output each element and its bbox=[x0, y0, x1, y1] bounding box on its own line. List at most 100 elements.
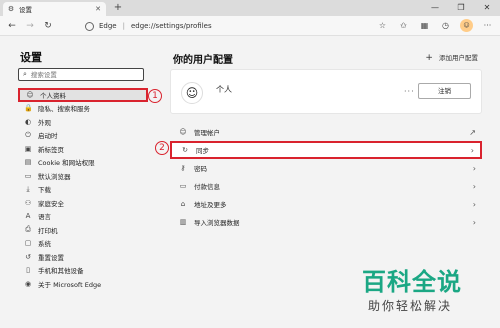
sidebar-item-family[interactable]: ⚇ 家庭安全 bbox=[18, 196, 148, 210]
sidebar-item-label: 手机和其他设备 bbox=[38, 267, 84, 276]
sidebar-item-startup[interactable]: ⏻ 启动时 bbox=[18, 129, 148, 143]
list-item-sync[interactable]: ↻ 同步 › bbox=[170, 141, 482, 159]
favorite-star-icon[interactable]: ☆ bbox=[376, 19, 389, 32]
more-options-icon[interactable]: ··· bbox=[404, 87, 415, 96]
sidebar-item-label: 重置设置 bbox=[38, 253, 64, 262]
external-link-icon: ↗ bbox=[469, 127, 476, 137]
profile-card: ☺ 个人 ··· 注销 bbox=[170, 69, 482, 114]
sidebar-item-label: 隐私、搜索和服务 bbox=[38, 105, 90, 114]
toolbar-icons: ☆ ✩ ▦ ◷ ☺ ··· bbox=[376, 19, 494, 32]
url-text: edge://settings/profiles bbox=[130, 22, 212, 30]
sidebar-item-label: 下载 bbox=[38, 186, 51, 195]
sidebar-item-downloads[interactable]: ⤓ 下载 bbox=[18, 183, 148, 197]
url-brand: Edge bbox=[99, 22, 117, 30]
chevron-right-icon: › bbox=[470, 145, 474, 155]
search-input[interactable] bbox=[30, 70, 131, 79]
url-separator: | bbox=[122, 22, 125, 30]
printer-icon: ⎙ bbox=[25, 225, 31, 234]
new-tab-icon: ▣ bbox=[24, 144, 32, 153]
list-item-label: 同步 bbox=[196, 147, 209, 155]
list-item-addresses[interactable]: ⌂ 地址及更多 › bbox=[170, 195, 482, 213]
add-profile-label: 添加用户配置 bbox=[439, 54, 478, 62]
sidebar-item-default-browser[interactable]: ▭ 默认浏览器 bbox=[18, 169, 148, 183]
add-profile-button[interactable]: + 添加用户配置 bbox=[425, 52, 478, 63]
gear-icon: ⚙ bbox=[7, 5, 15, 13]
history-icon[interactable]: ◷ bbox=[439, 19, 452, 32]
title-bar: ⚙ 设置 ✕ + — ❐ ✕ bbox=[0, 0, 500, 16]
new-tab-button[interactable]: + bbox=[112, 2, 124, 14]
sync-icon: ↻ bbox=[182, 146, 188, 154]
sidebar-item-phone[interactable]: ▯ 手机和其他设备 bbox=[18, 264, 148, 278]
sign-out-button[interactable]: 注销 bbox=[418, 83, 471, 99]
avatar[interactable]: ☺ bbox=[460, 19, 473, 32]
settings-sidebar: 设置 ⌕ ☺ 个人资料 🔒 隐私、搜索和服务 ◐ 外观 ⏻ 启动时 ▣ bbox=[0, 37, 162, 328]
edge-icon: ◉ bbox=[24, 279, 32, 288]
import-icon: ▥ bbox=[179, 218, 187, 226]
appearance-icon: ◐ bbox=[24, 117, 32, 126]
list-item-import-data[interactable]: ▥ 导入浏览器数据 › bbox=[170, 213, 482, 231]
plus-icon: + bbox=[425, 53, 433, 63]
browser-icon: ▭ bbox=[24, 171, 32, 180]
chevron-right-icon: › bbox=[472, 163, 476, 173]
avatar: ☺ bbox=[181, 82, 203, 104]
sidebar-item-label: 家庭安全 bbox=[38, 199, 64, 208]
close-window-button[interactable]: ✕ bbox=[474, 0, 500, 16]
chevron-right-icon: › bbox=[472, 217, 476, 227]
sidebar-item-new-tab[interactable]: ▣ 新标签页 bbox=[18, 142, 148, 156]
address-icon: ⌂ bbox=[180, 200, 186, 208]
power-icon: ⏻ bbox=[25, 130, 31, 139]
sidebar-item-appearance[interactable]: ◐ 外观 bbox=[18, 115, 148, 129]
maximize-button[interactable]: ❐ bbox=[448, 0, 474, 16]
list-item-label: 付款信息 bbox=[194, 183, 220, 191]
watermark-subtitle: 助你轻松解决 bbox=[368, 299, 453, 313]
sidebar-item-privacy[interactable]: 🔒 隐私、搜索和服务 bbox=[18, 102, 148, 116]
url-field[interactable]: Edge | edge://settings/profiles bbox=[60, 18, 390, 34]
search-icon: ⌕ bbox=[23, 70, 27, 78]
manage-account-icon: ☺ bbox=[179, 128, 187, 136]
collections-icon[interactable]: ▦ bbox=[418, 19, 431, 32]
profile-icon: ☺ bbox=[26, 90, 34, 99]
address-bar: ← → ↻ Edge | edge://settings/profiles ☆ … bbox=[0, 16, 500, 36]
profile-name: 个人 bbox=[216, 85, 232, 94]
sidebar-item-label: Cookie 和网站权限 bbox=[38, 159, 95, 168]
sidebar-menu: ☺ 个人资料 🔒 隐私、搜索和服务 ◐ 外观 ⏻ 启动时 ▣ 新标签页 ▤ Co… bbox=[18, 88, 148, 291]
sidebar-item-label: 启动时 bbox=[38, 132, 58, 141]
browser-tab-settings[interactable]: ⚙ 设置 ✕ bbox=[3, 2, 106, 16]
sidebar-title: 设置 bbox=[20, 51, 42, 64]
profile-settings-list: ☺ 管理帐户 ↗ ↻ 同步 › ⚷ 密码 › ▭ 付款信息 › ⌂ 地址及更多 bbox=[170, 123, 482, 231]
sidebar-item-label: 个人资料 bbox=[40, 91, 66, 100]
chevron-right-icon: › bbox=[472, 199, 476, 209]
page-title: 你的用户配置 bbox=[173, 55, 233, 66]
watermark-title: 百科全说 bbox=[362, 268, 462, 296]
annotation-marker-1: 1 bbox=[148, 89, 162, 103]
download-icon: ⤓ bbox=[26, 184, 30, 193]
language-icon: A bbox=[25, 212, 31, 221]
lock-icon: 🔒 bbox=[24, 104, 33, 113]
sidebar-item-system[interactable]: ▢ 系统 bbox=[18, 237, 148, 251]
back-icon[interactable]: ← bbox=[6, 20, 18, 32]
list-item-label: 密码 bbox=[194, 165, 207, 173]
favorites-icon[interactable]: ✩ bbox=[397, 19, 410, 32]
sidebar-item-languages[interactable]: A 语言 bbox=[18, 210, 148, 224]
list-item-passwords[interactable]: ⚷ 密码 › bbox=[170, 159, 482, 177]
edge-logo-icon bbox=[85, 21, 94, 31]
refresh-icon[interactable]: ↻ bbox=[42, 20, 54, 32]
minimize-button[interactable]: — bbox=[422, 0, 448, 16]
close-tab-icon[interactable]: ✕ bbox=[95, 5, 101, 13]
sidebar-item-reset[interactable]: ↺ 重置设置 bbox=[18, 250, 148, 264]
tab-title: 设置 bbox=[19, 6, 32, 14]
sidebar-item-label: 关于 Microsoft Edge bbox=[38, 280, 102, 289]
list-item-manage-account[interactable]: ☺ 管理帐户 ↗ bbox=[170, 123, 482, 141]
site-permissions-icon: ▤ bbox=[24, 158, 32, 167]
sidebar-item-label: 默认浏览器 bbox=[38, 172, 71, 181]
forward-icon[interactable]: → bbox=[24, 20, 36, 32]
sidebar-item-about[interactable]: ◉ 关于 Microsoft Edge bbox=[18, 277, 148, 291]
family-icon: ⚇ bbox=[24, 198, 32, 207]
sidebar-item-cookies[interactable]: ▤ Cookie 和网站权限 bbox=[18, 156, 148, 170]
more-menu-icon[interactable]: ··· bbox=[481, 19, 494, 32]
list-item-payment[interactable]: ▭ 付款信息 › bbox=[170, 177, 482, 195]
card-icon: ▭ bbox=[179, 182, 187, 190]
search-box[interactable]: ⌕ bbox=[18, 68, 144, 81]
sidebar-item-printers[interactable]: ⎙ 打印机 bbox=[18, 223, 148, 237]
sidebar-item-profiles[interactable]: ☺ 个人资料 bbox=[18, 88, 148, 102]
